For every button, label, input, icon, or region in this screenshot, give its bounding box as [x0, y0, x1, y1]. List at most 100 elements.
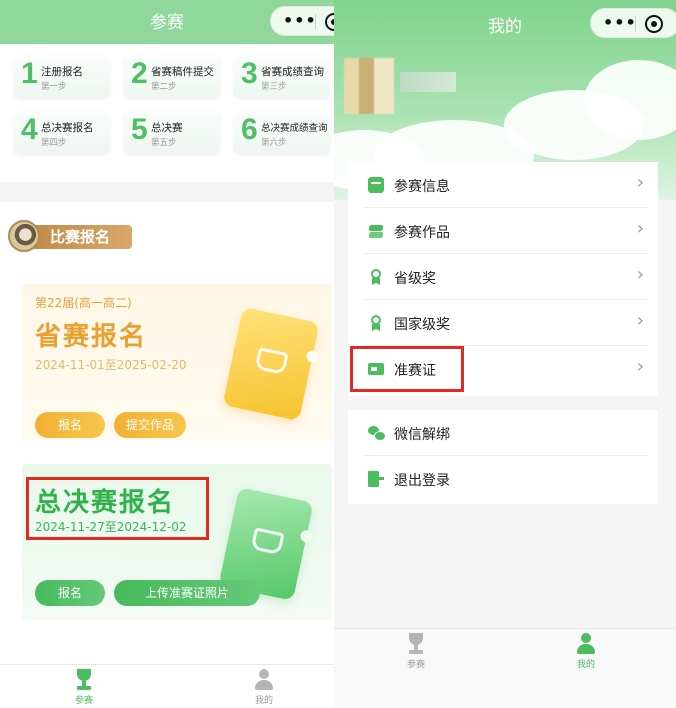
step-3[interactable]: 3 省赛成绩查询 第三步: [234, 56, 330, 98]
trophy-icon: [73, 669, 95, 691]
trophy-cup: [77, 669, 91, 681]
step-5[interactable]: 5 总决赛 第五步: [124, 112, 220, 154]
layers-icon: [368, 223, 384, 239]
step-sub: 第六步: [261, 138, 287, 148]
award-ribbon: [372, 324, 380, 331]
step-label: 总决赛报名: [41, 122, 94, 134]
registration-section: 比赛报名 第22届(高一高二) 省赛报名 2024-11-01至2025-02-…: [0, 202, 334, 664]
envelope-icon: [368, 177, 384, 193]
chevron-right-icon: ›: [636, 310, 644, 331]
step-sub: 第五步: [151, 138, 177, 148]
step-label: 总决赛成绩查询: [261, 123, 328, 134]
person-icon: [253, 669, 275, 691]
wechat-icon: [368, 425, 386, 441]
capsule-divider: [315, 14, 316, 30]
chevron-right-icon: ›: [636, 218, 644, 239]
highlight-box: [350, 346, 464, 392]
person-body: [255, 680, 273, 690]
person-icon: [575, 633, 597, 655]
step-number: 6: [241, 113, 258, 146]
tab-competition[interactable]: 参赛: [54, 669, 114, 706]
step-sub: 第二步: [151, 82, 177, 92]
menu-item-provincial-award[interactable]: 省级奖 ›: [348, 254, 658, 300]
step-1[interactable]: 1 注册报名 第一步: [14, 56, 110, 98]
step-label: 省赛稿件提交: [151, 66, 214, 78]
profile-screen: 我的 ••• 参赛信息 › 参赛作品 › 省级奖 › 国家级奖 › 准赛证 › …: [334, 0, 676, 708]
award-ring: [371, 315, 381, 325]
section-avatar-icon: [8, 220, 40, 252]
step-label: 注册报名: [41, 66, 83, 78]
chevron-right-icon: ›: [636, 356, 644, 377]
menu-item-label: 参赛作品: [394, 225, 450, 241]
tab-label: 参赛: [74, 696, 93, 706]
menu-item-logout[interactable]: 退出登录: [348, 456, 658, 502]
trophy-cup: [409, 633, 423, 645]
provincial-registration-card: 第22届(高一高二) 省赛报名 2024-11-01至2025-02-20 报名…: [22, 284, 332, 440]
menu-item-label: 国家级奖: [394, 317, 450, 333]
person-body: [577, 644, 595, 654]
highlight-box: [26, 477, 209, 540]
menu-item-label: 参赛信息: [394, 179, 450, 195]
person-head: [259, 669, 269, 679]
final-register-button[interactable]: 报名: [35, 580, 105, 606]
step-sub: 第四步: [41, 138, 67, 148]
step-number: 4: [21, 113, 38, 146]
menu-item-label: 微信解绑: [394, 427, 450, 443]
graduation-cap-icon: [254, 347, 289, 375]
chevron-right-icon: ›: [636, 264, 644, 285]
provincial-dates: 2024-11-01至2025-02-20: [35, 358, 187, 372]
mini-program-capsule[interactable]: •••: [270, 6, 334, 36]
nav-bar: 参赛 •••: [0, 0, 334, 44]
award-ribbon: [372, 278, 380, 285]
competition-screen: 参赛 ••• 1 注册报名 第一步 2 省赛稿件提交 第二步 3 省赛成绩查询 …: [0, 0, 334, 708]
user-avatar[interactable]: [344, 58, 394, 114]
award-ring: [371, 269, 381, 279]
ticket-notch: [299, 529, 314, 544]
ticket-illustration-icon: [222, 306, 320, 422]
mini-program-capsule[interactable]: •••: [590, 8, 676, 38]
close-target-icon[interactable]: [325, 13, 334, 31]
award-icon: [368, 269, 384, 285]
upload-admission-photo-button[interactable]: 上传准赛证照片: [114, 580, 260, 606]
chevron-right-icon: ›: [636, 172, 644, 193]
tab-mine[interactable]: 我的: [556, 633, 616, 670]
graduation-cap-icon: [250, 527, 285, 556]
submit-work-button[interactable]: 提交作品: [114, 412, 186, 438]
step-number: 3: [241, 57, 258, 90]
menu-item-national-award[interactable]: 国家级奖 ›: [348, 300, 658, 346]
tab-label: 参赛: [406, 660, 425, 670]
step-sub: 第一步: [41, 82, 67, 92]
step-6[interactable]: 6 总决赛成绩查询 第六步: [234, 112, 330, 154]
step-number: 5: [131, 113, 148, 146]
step-number: 1: [21, 57, 38, 90]
menu-item-entry-info[interactable]: 参赛信息 ›: [348, 162, 658, 208]
ticket-notch: [305, 349, 320, 364]
tab-label: 我的: [254, 696, 273, 706]
step-sub: 第三步: [261, 82, 287, 92]
more-icon[interactable]: •••: [603, 13, 637, 32]
tab-bar: 参赛 我的: [334, 628, 676, 708]
trophy-base: [77, 686, 91, 690]
tab-competition[interactable]: 参赛: [386, 633, 446, 670]
section-header: 比赛报名: [8, 220, 132, 252]
more-icon[interactable]: •••: [283, 11, 317, 30]
section-title: 比赛报名: [50, 228, 111, 246]
tab-mine[interactable]: 我的: [234, 669, 294, 706]
tab-label: 我的: [576, 660, 595, 670]
logout-icon: [368, 471, 384, 487]
menu-item-label: 退出登录: [394, 473, 450, 489]
person-head: [581, 633, 591, 643]
steps-panel: 1 注册报名 第一步 2 省赛稿件提交 第二步 3 省赛成绩查询 第三步 4 总…: [0, 44, 334, 182]
menu-item-wechat-unbind[interactable]: 微信解绑: [348, 410, 658, 456]
step-4[interactable]: 4 总决赛报名 第四步: [14, 112, 110, 154]
menu-item-label: 省级奖: [394, 271, 436, 287]
award-icon: [368, 315, 384, 331]
trophy-base: [409, 650, 423, 654]
tab-bar: 参赛 我的: [0, 664, 334, 708]
provincial-register-button[interactable]: 报名: [35, 412, 105, 438]
account-menu: 微信解绑 退出登录: [348, 410, 658, 504]
trophy-icon: [405, 633, 427, 655]
step-2[interactable]: 2 省赛稿件提交 第二步: [124, 56, 220, 98]
close-target-icon[interactable]: [645, 15, 663, 33]
menu-item-entry-works[interactable]: 参赛作品 ›: [348, 208, 658, 254]
